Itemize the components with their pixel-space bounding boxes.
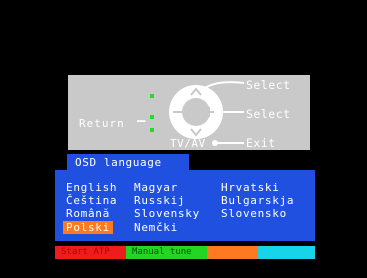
select-label-right: Select (246, 107, 291, 121)
language-option-bulgarskja[interactable]: Bulgarskja (221, 194, 294, 207)
callout-line-select-top (204, 81, 245, 89)
language-option-hrvatski[interactable]: Hrvatski (221, 181, 280, 194)
language-option-magyar[interactable]: Magyar (134, 181, 178, 194)
language-option-slovensky[interactable]: Slovensky (134, 207, 200, 220)
tv-av-label: TV/AV (170, 137, 206, 150)
language-option-slovensko[interactable]: Slovensko (221, 207, 287, 220)
yellow-key[interactable] (207, 246, 258, 259)
language-option-russkij[interactable]: Russkij (134, 194, 185, 207)
language-option-cestina[interactable]: Čeština (66, 194, 117, 207)
remote-help-panel: Return – Select Select Exit TV/AV (68, 75, 310, 150)
language-option-nemacki[interactable]: Nemčki (134, 221, 178, 234)
color-key-bar: Start ATP Manual tune (55, 246, 315, 259)
indicator-dot-bottom (150, 128, 154, 132)
blue-key[interactable] (258, 246, 315, 259)
language-option-polski-selected[interactable]: Polski (63, 221, 113, 234)
return-label: Return (79, 117, 125, 130)
language-option-romana[interactable]: Română (66, 207, 110, 220)
select-label-top: Select (246, 78, 291, 92)
indicator-dot-middle (150, 115, 154, 119)
indicator-dot-top (150, 94, 154, 98)
language-option-english[interactable]: English (66, 181, 117, 194)
language-list: English Magyar Hrvatski Čeština Russkij … (55, 170, 315, 241)
return-dash: – (137, 113, 146, 129)
red-key-start-atp[interactable]: Start ATP (55, 246, 126, 259)
exit-label: Exit (246, 136, 276, 150)
green-key-manual-tune[interactable]: Manual tune (126, 246, 207, 259)
